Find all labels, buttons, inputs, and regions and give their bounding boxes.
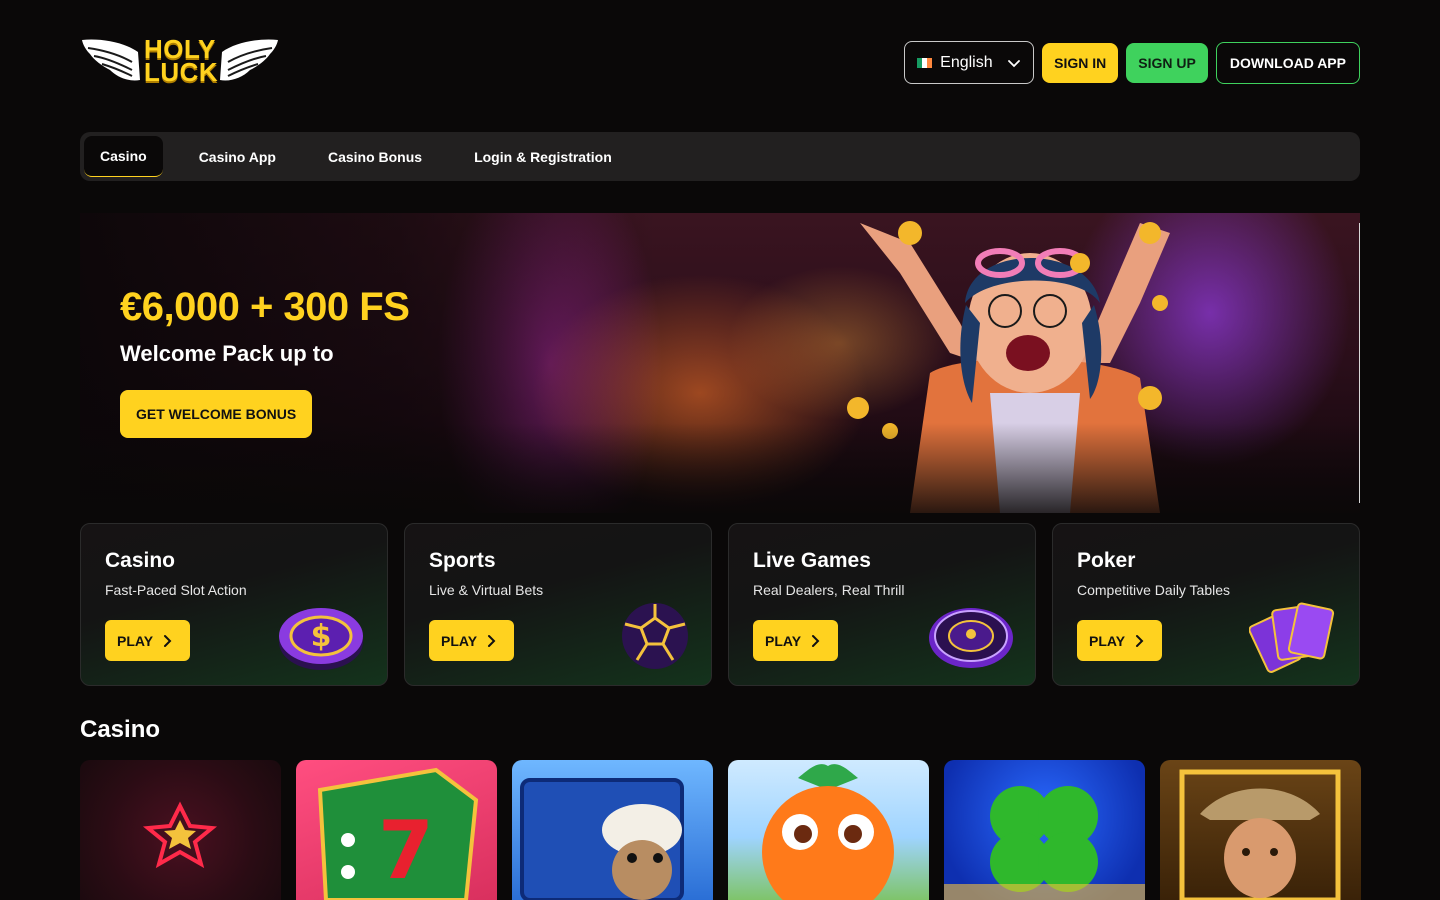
playing-cards-icon — [1249, 602, 1335, 673]
sign-in-button[interactable]: SIGN IN — [1042, 42, 1119, 83]
game-tile-lucky-seven[interactable]: 7 — [296, 760, 497, 900]
chevron-right-icon — [1136, 634, 1144, 647]
holy-luck-logo[interactable]: HOLY LUCK — [80, 36, 280, 88]
download-app-button[interactable]: DOWNLOAD APP — [1215, 41, 1360, 84]
logo-wordmark: HOLY LUCK — [144, 36, 219, 87]
casino-section-title: Casino — [80, 716, 161, 743]
category-card-poker[interactable]: Poker Competitive Daily Tables PLAY — [1052, 523, 1360, 686]
nav-item-casino[interactable]: Casino — [84, 136, 163, 177]
nav-item-casino-app[interactable]: Casino App — [173, 136, 302, 177]
play-label: PLAY — [441, 632, 478, 649]
neon-star-icon — [142, 801, 218, 869]
lucky-seven-dice-icon: 7 — [317, 767, 479, 900]
chevron-right-icon — [164, 634, 172, 647]
card-subtitle: Live & Virtual Bets — [429, 582, 544, 598]
page: HOLY LUCK English SIGN IN SIGN UP DOWNLO… — [0, 0, 1440, 900]
four-leaf-clover-icon — [944, 786, 1145, 900]
play-button[interactable]: PLAY — [105, 620, 190, 661]
card-title: Sports — [429, 549, 496, 572]
play-button[interactable]: PLAY — [429, 620, 514, 661]
chevron-right-icon — [488, 634, 496, 647]
adventurer-icon — [1179, 769, 1341, 900]
play-label: PLAY — [1089, 632, 1126, 649]
card-title: Casino — [105, 549, 176, 572]
language-label: English — [940, 53, 993, 71]
play-label: PLAY — [765, 632, 802, 649]
card-subtitle: Real Dealers, Real Thrill — [753, 582, 905, 598]
header: HOLY LUCK English SIGN IN SIGN UP DOWNLO… — [80, 36, 1360, 88]
svg-text:7: 7 — [378, 804, 434, 897]
get-welcome-bonus-button[interactable]: GET WELCOME BONUS — [120, 390, 313, 438]
roulette-wheel-icon — [929, 608, 1013, 668]
game-tile-four-leaf-clover[interactable] — [944, 760, 1145, 900]
sign-up-button[interactable]: SIGN UP — [1126, 42, 1208, 83]
casino-games-row: 7 — [80, 760, 1362, 900]
hero-title: €6,000 + 300 FS — [120, 285, 410, 329]
chevron-right-icon — [812, 634, 820, 647]
svg-text:$: $ — [311, 619, 332, 654]
language-selector[interactable]: English — [904, 41, 1035, 84]
game-tile-orange-character[interactable] — [728, 760, 929, 900]
casino-chip-icon: $ — [279, 608, 363, 670]
category-card-casino[interactable]: Casino Fast-Paced Slot Action PLAY $ — [80, 523, 388, 686]
ireland-flag-icon — [917, 57, 933, 68]
main-nav: Casino Casino App Casino Bonus Login & R… — [80, 132, 1360, 181]
hero-divider — [1359, 223, 1360, 503]
play-button[interactable]: PLAY — [1077, 620, 1162, 661]
chevron-down-icon — [1008, 59, 1021, 67]
card-title: Live Games — [753, 549, 871, 572]
nav-item-login-registration[interactable]: Login & Registration — [448, 136, 638, 177]
hero-subtitle: Welcome Pack up to — [120, 341, 334, 366]
category-card-sports[interactable]: Sports Live & Virtual Bets PLAY — [404, 523, 712, 686]
play-label: PLAY — [117, 632, 154, 649]
orange-character-icon — [762, 764, 894, 900]
soccer-ball-icon — [622, 603, 688, 669]
sheep-dice-icon — [520, 778, 684, 900]
game-tile-neon-star[interactable] — [80, 760, 281, 900]
game-tile-sheep-dice[interactable] — [512, 760, 713, 900]
game-tile-adventurer[interactable] — [1160, 760, 1361, 900]
card-title: Poker — [1077, 549, 1136, 572]
category-card-live-games[interactable]: Live Games Real Dealers, Real Thrill PLA… — [728, 523, 1036, 686]
logo-line-2: LUCK — [144, 57, 219, 87]
nav-item-casino-bonus[interactable]: Casino Bonus — [302, 136, 448, 177]
card-subtitle: Fast-Paced Slot Action — [105, 582, 247, 598]
category-cards: Casino Fast-Paced Slot Action PLAY $ Spo… — [80, 523, 1360, 686]
play-button[interactable]: PLAY — [753, 620, 838, 661]
card-subtitle: Competitive Daily Tables — [1077, 582, 1231, 598]
hero-banner: €6,000 + 300 FS Welcome Pack up to GET W… — [80, 213, 1360, 513]
header-actions: English SIGN IN SIGN UP DOWNLOAD APP — [904, 41, 1360, 84]
